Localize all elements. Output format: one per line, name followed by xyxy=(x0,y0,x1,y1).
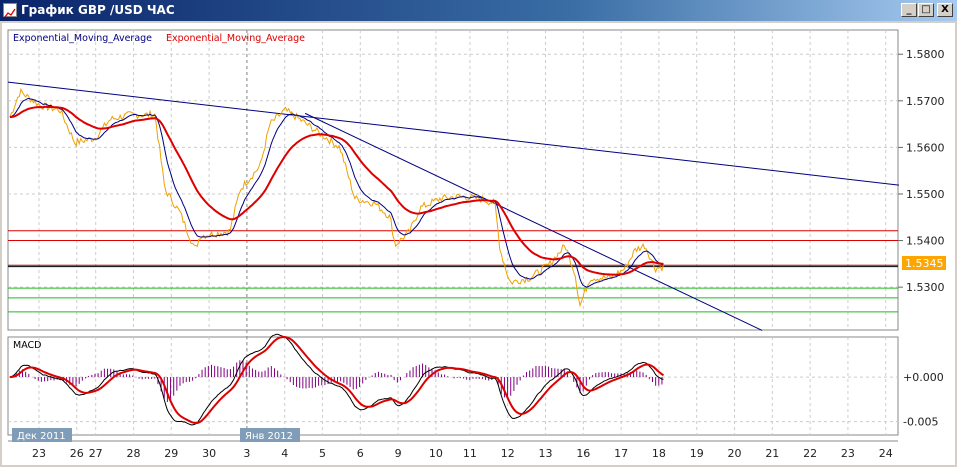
macd-panel xyxy=(7,336,899,436)
macd-tick-label: +0.000 xyxy=(903,371,944,384)
date-tick-label: 17 xyxy=(614,447,628,460)
chart-canvas[interactable]: 23 26 27 28 29 30 3 4 5 6 9 10 11 12 13 16 17 18 19 20 21 22 2… xyxy=(0,0,957,467)
date-tick-label: 19 xyxy=(690,447,704,460)
date-tick-label: 12 xyxy=(501,447,515,460)
date-tick-label: 27 xyxy=(89,447,103,460)
date-tick-label: 3 xyxy=(243,447,250,460)
price-panel xyxy=(7,29,899,331)
price-tick-label: 1.5400 xyxy=(906,235,945,248)
date-tick-label: 16 xyxy=(576,447,590,460)
price-tick-label: 1.5700 xyxy=(906,95,945,108)
date-tick-label: 6 xyxy=(357,447,364,460)
date-tick-label: 4 xyxy=(281,447,288,460)
macd-tick-label: -0.005 xyxy=(903,416,938,429)
date-tick-label: 11 xyxy=(463,447,477,460)
legend-slow-ma: Exponential_Moving_Average xyxy=(166,33,305,44)
date-tick-label: 9 xyxy=(395,447,402,460)
date-tick-label: 30 xyxy=(202,447,216,460)
date-tick-label: 23 xyxy=(841,447,855,460)
price-tick-label: 1.5800 xyxy=(906,48,945,61)
price-tick-label: 1.5300 xyxy=(906,281,945,294)
price-tick-label: 1.5600 xyxy=(906,141,945,154)
date-tick-label: 22 xyxy=(803,447,817,460)
date-tick-label: 18 xyxy=(652,447,666,460)
date-tick-label: 29 xyxy=(164,447,178,460)
date-tick-label: 24 xyxy=(879,447,893,460)
current-price-label: 1.5345 xyxy=(905,257,944,270)
date-tick-label: 26 xyxy=(70,447,84,460)
date-tick-label: 21 xyxy=(765,447,779,460)
macd-label: MACD xyxy=(13,340,41,351)
date-tick-label: 23 xyxy=(32,447,46,460)
month-label-jan: Янв 2012 xyxy=(245,431,293,442)
month-label-dec: Дек 2011 xyxy=(17,431,66,442)
legend-fast-ma: Exponential_Moving_Average xyxy=(13,33,152,44)
date-tick-label: 28 xyxy=(127,447,141,460)
date-tick-label: 10 xyxy=(429,447,443,460)
date-tick-label: 20 xyxy=(728,447,742,460)
date-tick-label: 13 xyxy=(539,447,553,460)
price-tick-label: 1.5500 xyxy=(906,188,945,201)
date-tick-label: 5 xyxy=(319,447,326,460)
